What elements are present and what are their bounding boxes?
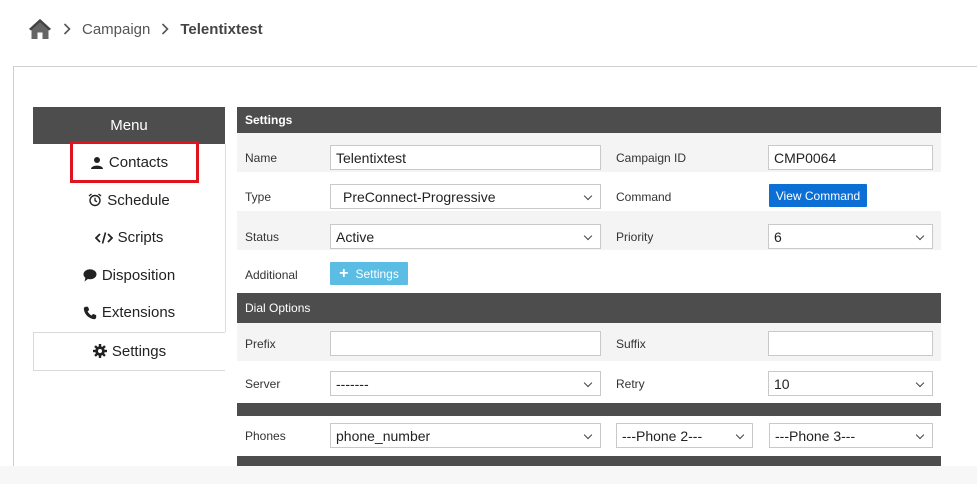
phone-3-select[interactable]: ---Phone 3---	[769, 423, 933, 448]
status-select[interactable]: Active	[330, 224, 601, 249]
command-label: Command	[616, 189, 672, 204]
prefix-input[interactable]	[330, 331, 601, 356]
menu-item-extensions[interactable]: Extensions	[33, 294, 225, 332]
breadcrumb-current: Telentixtest	[180, 20, 263, 38]
phone-1-select[interactable]: phone_number	[330, 423, 601, 448]
menu-item-label: Settings	[111, 342, 167, 360]
name-input[interactable]: Telentixtest	[330, 145, 601, 170]
dial-options-header-bg	[237, 293, 941, 323]
alarm-clock-icon	[88, 193, 102, 207]
phones-label: Phones	[245, 428, 286, 443]
section-footer-bar	[237, 456, 941, 466]
chevron-right-icon	[161, 23, 170, 35]
phone-icon	[83, 306, 97, 320]
menu-divider	[225, 144, 226, 332]
campaign-id-input[interactable]: CMP0064	[768, 145, 933, 170]
chevron-right-icon	[63, 23, 71, 35]
home-icon[interactable]	[28, 18, 52, 40]
breadcrumb-campaign[interactable]: Campaign	[82, 21, 150, 38]
code-icon	[94, 231, 113, 245]
additional-label: Additional	[245, 267, 298, 282]
menu-item-label: Extensions	[101, 304, 176, 322]
breadcrumb: Campaign Telentixtest	[28, 16, 263, 42]
settings-header-bg	[237, 107, 941, 133]
menu-item-schedule[interactable]: Schedule	[33, 182, 225, 220]
retry-select[interactable]: 10	[768, 371, 933, 396]
highlight-annotation	[70, 141, 199, 183]
suffix-input[interactable]	[768, 331, 933, 356]
status-label: Status	[245, 229, 280, 244]
menu-item-label: Scripts	[117, 229, 164, 247]
menu-item-scripts[interactable]: Scripts	[33, 219, 225, 257]
server-select[interactable]: -------	[330, 371, 601, 396]
bottom-strip	[0, 466, 977, 484]
additional-settings-label: Settings	[355, 266, 399, 281]
menu-item-disposition[interactable]: Disposition	[33, 257, 225, 295]
view-command-button[interactable]: View Command	[769, 184, 867, 207]
name-label: Name	[245, 150, 278, 165]
retry-label: Retry	[616, 376, 645, 391]
section-header-dial-options: Dial Options	[245, 301, 311, 315]
menu-title: Menu	[33, 107, 225, 144]
comment-icon	[83, 268, 97, 282]
prefix-label: Prefix	[245, 336, 276, 351]
menu-item-label: Schedule	[107, 191, 170, 209]
plus-icon: +	[339, 264, 349, 282]
gear-icon	[92, 344, 107, 358]
type-label: Type	[245, 189, 272, 204]
additional-settings-button[interactable]: + Settings	[330, 262, 408, 285]
menu-item-settings[interactable]: Settings	[33, 331, 225, 371]
phone-2-select[interactable]: ---Phone 2---	[616, 423, 753, 448]
suffix-label: Suffix	[616, 336, 646, 351]
section-divider	[237, 403, 941, 416]
server-label: Server	[245, 376, 281, 391]
campaign-id-label: Campaign ID	[616, 150, 687, 165]
priority-label: Priority	[616, 229, 654, 244]
menu-item-label: Disposition	[101, 266, 176, 284]
priority-select[interactable]: 6	[768, 224, 933, 249]
section-header-settings-label: Settings	[245, 113, 293, 127]
type-select[interactable]: PreConnect-Progressive	[330, 184, 601, 209]
